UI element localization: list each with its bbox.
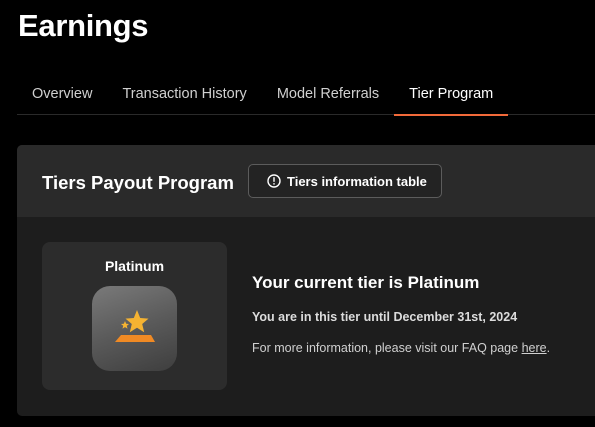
earnings-page: Earnings Overview Transaction History Mo…	[0, 0, 595, 427]
tier-until-text: You are in this tier until December 31st…	[252, 310, 518, 324]
tabs-bar: Overview Transaction History Model Refer…	[17, 78, 595, 116]
tier-box: Platinum	[42, 242, 227, 390]
tab-tier-program[interactable]: Tier Program	[394, 78, 509, 116]
current-tier-prefix: Your current tier is	[252, 273, 408, 292]
faq-prefix: For more information, please visit our F…	[252, 341, 522, 355]
tier-badge	[92, 286, 177, 371]
card-title: Tiers Payout Program	[42, 172, 234, 193]
tab-transaction-history[interactable]: Transaction History	[107, 78, 261, 115]
current-tier-value: Platinum	[407, 273, 480, 292]
tier-program-card: Tiers Payout Program Tiers information t…	[17, 145, 595, 416]
tab-model-referrals[interactable]: Model Referrals	[262, 78, 394, 115]
tab-overview[interactable]: Overview	[17, 78, 107, 115]
exclamation-circle-icon	[267, 174, 281, 188]
info-button-label: Tiers information table	[287, 173, 427, 189]
star-podium-icon	[111, 306, 159, 351]
faq-text: For more information, please visit our F…	[252, 341, 550, 355]
faq-suffix: .	[546, 341, 551, 355]
current-tier-heading: Your current tier is Platinum	[252, 273, 479, 293]
tier-name: Platinum	[104, 258, 165, 274]
page-title: Earnings	[18, 8, 149, 43]
faq-link[interactable]: here	[522, 341, 547, 355]
tiers-information-table-button[interactable]: Tiers information table	[248, 164, 442, 198]
card-header: Tiers Payout Program Tiers information t…	[17, 145, 595, 217]
